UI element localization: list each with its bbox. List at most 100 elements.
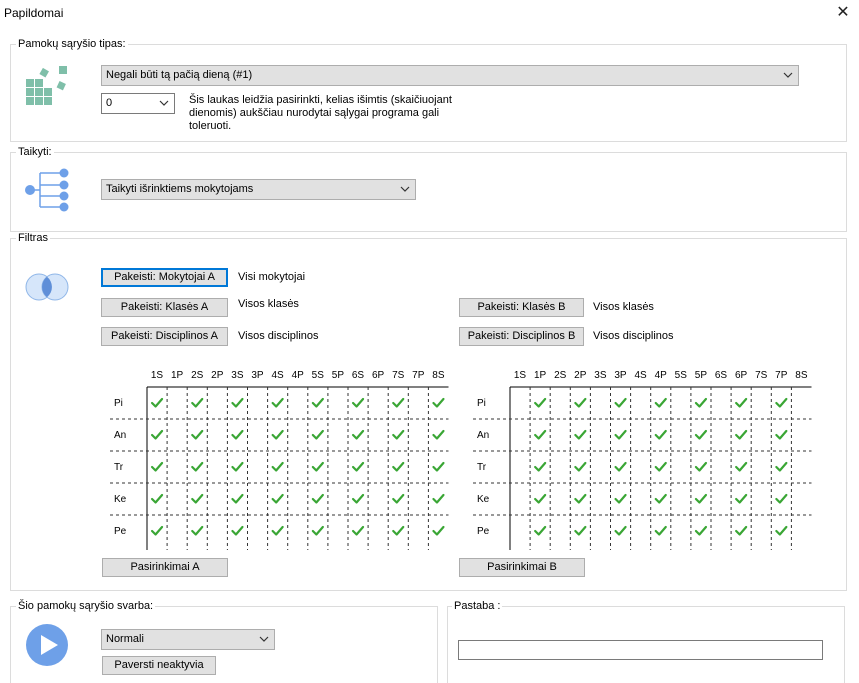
grid-a-check-icon[interactable]: [191, 525, 204, 536]
grid-a-check-icon[interactable]: [311, 493, 324, 504]
grid-a-check-icon[interactable]: [271, 525, 284, 536]
grid-b-period-header[interactable]: 3P: [611, 370, 631, 381]
grid-a-period-header[interactable]: 2S: [187, 370, 207, 381]
grid-b-check-icon[interactable]: [614, 461, 627, 472]
grid-b-period-header[interactable]: 1P: [530, 370, 550, 381]
grid-b-check-icon[interactable]: [574, 493, 587, 504]
change-teachers-a-button[interactable]: Pakeisti: Mokytojai A: [101, 268, 228, 287]
grid-b-check-icon[interactable]: [654, 525, 667, 536]
grid-a-check-icon[interactable]: [392, 493, 405, 504]
grid-a-period-header[interactable]: 4P: [288, 370, 308, 381]
grid-a-check-icon[interactable]: [231, 461, 244, 472]
grid-b-check-icon[interactable]: [735, 493, 748, 504]
grid-a-check-icon[interactable]: [191, 397, 204, 408]
grid-a-period-header[interactable]: 6S: [348, 370, 368, 381]
grid-b-period-header[interactable]: 2S: [550, 370, 570, 381]
grid-b-check-icon[interactable]: [654, 429, 667, 440]
choices-b-button[interactable]: Pasirinkimai B: [459, 558, 585, 577]
grid-b-check-icon[interactable]: [775, 493, 788, 504]
grid-b-day-header[interactable]: Ke: [477, 494, 489, 505]
grid-b-check-icon[interactable]: [694, 461, 708, 472]
grid-b-period-header[interactable]: 6P: [731, 370, 751, 381]
grid-a-period-header[interactable]: 5P: [328, 370, 348, 381]
grid-b-check-icon[interactable]: [735, 397, 748, 408]
grid-b-period-header[interactable]: 3S: [590, 370, 610, 381]
grid-b-period-header[interactable]: 4S: [631, 370, 651, 381]
grid-a-check-icon[interactable]: [311, 397, 324, 408]
grid-b-day-header[interactable]: Pe: [477, 526, 489, 537]
grid-a-check-icon[interactable]: [271, 493, 284, 504]
grid-b-period-header[interactable]: 8S: [791, 370, 811, 381]
grid-a-period-header[interactable]: 1S: [147, 370, 167, 381]
grid-b-check-icon[interactable]: [574, 397, 587, 408]
grid-b-check-icon[interactable]: [614, 525, 627, 536]
change-classes-b-button[interactable]: Pakeisti: Klasės B: [459, 298, 584, 317]
choices-a-button[interactable]: Pasirinkimai A: [102, 558, 228, 577]
grid-b-period-header[interactable]: 1S: [510, 370, 530, 381]
grid-a-period-header[interactable]: 1P: [167, 370, 187, 381]
grid-a-check-icon[interactable]: [311, 429, 324, 440]
grid-a-day-header[interactable]: Ke: [114, 494, 126, 505]
grid-a-check-icon[interactable]: [392, 461, 405, 472]
grid-a-period-header[interactable]: 8S: [428, 370, 448, 381]
grid-a-period-header[interactable]: 6P: [368, 370, 388, 381]
grid-a-day-header[interactable]: An: [114, 430, 126, 441]
grid-a-check-icon[interactable]: [231, 493, 244, 504]
grid-a-check-icon[interactable]: [311, 461, 324, 472]
grid-a-check-icon[interactable]: [432, 493, 445, 504]
grid-b-period-header[interactable]: 7P: [771, 370, 791, 381]
grid-a-check-icon[interactable]: [392, 525, 405, 536]
period-grid-b[interactable]: 1S 1P 2S 2P 3S 3P 4S 4P 5S 5P 6S 6P 7S 7P 8S Pi An Tr Ke Pe: [473, 370, 818, 550]
grid-a-check-icon[interactable]: [392, 429, 405, 440]
grid-b-check-icon[interactable]: [534, 429, 547, 440]
grid-a-check-icon[interactable]: [150, 397, 164, 408]
grid-a-check-icon[interactable]: [231, 429, 244, 440]
grid-a-period-header[interactable]: 7P: [408, 370, 428, 381]
grid-a-check-icon[interactable]: [150, 461, 164, 472]
grid-a-period-header[interactable]: 3P: [248, 370, 268, 381]
grid-a-day-header[interactable]: Pi: [114, 398, 123, 409]
grid-b-period-header[interactable]: 5P: [691, 370, 711, 381]
grid-a-day-header[interactable]: Tr: [114, 462, 123, 473]
grid-b-check-icon[interactable]: [694, 493, 708, 504]
grid-b-day-header[interactable]: Tr: [477, 462, 486, 473]
grid-a-check-icon[interactable]: [150, 493, 164, 504]
grid-b-check-icon[interactable]: [735, 429, 748, 440]
grid-b-check-icon[interactable]: [775, 525, 788, 536]
grid-b-check-icon[interactable]: [614, 397, 627, 408]
grid-b-check-icon[interactable]: [534, 461, 547, 472]
grid-a-check-icon[interactable]: [150, 525, 164, 536]
grid-b-check-icon[interactable]: [654, 397, 667, 408]
grid-a-check-icon[interactable]: [271, 461, 284, 472]
deactivate-button[interactable]: Paversti neaktyvia: [102, 656, 216, 675]
grid-a-check-icon[interactable]: [150, 429, 164, 440]
grid-a-check-icon[interactable]: [191, 429, 204, 440]
grid-a-check-icon[interactable]: [351, 397, 365, 408]
grid-a-check-icon[interactable]: [351, 525, 365, 536]
grid-b-period-header[interactable]: 7S: [751, 370, 771, 381]
grid-a-period-header[interactable]: 2P: [207, 370, 227, 381]
grid-a-check-icon[interactable]: [392, 397, 405, 408]
grid-b-check-icon[interactable]: [534, 493, 547, 504]
grid-b-check-icon[interactable]: [654, 461, 667, 472]
grid-a-period-header[interactable]: 4S: [268, 370, 288, 381]
grid-a-check-icon[interactable]: [432, 461, 445, 472]
grid-a-period-header[interactable]: 3S: [227, 370, 247, 381]
grid-b-check-icon[interactable]: [735, 525, 748, 536]
apply-select[interactable]: Taikyti išrinktiems mokytojams: [101, 179, 416, 200]
grid-b-check-icon[interactable]: [775, 429, 788, 440]
grid-b-check-icon[interactable]: [654, 493, 667, 504]
grid-a-check-icon[interactable]: [432, 429, 445, 440]
grid-a-check-icon[interactable]: [432, 525, 445, 536]
grid-a-check-icon[interactable]: [311, 525, 324, 536]
grid-a-period-header[interactable]: 5S: [308, 370, 328, 381]
grid-b-period-header[interactable]: 4P: [651, 370, 671, 381]
grid-a-check-icon[interactable]: [432, 397, 445, 408]
grid-a-check-icon[interactable]: [271, 397, 284, 408]
change-classes-a-button[interactable]: Pakeisti: Klasės A: [101, 298, 228, 317]
grid-b-check-icon[interactable]: [735, 461, 748, 472]
grid-a-check-icon[interactable]: [271, 429, 284, 440]
grid-b-check-icon[interactable]: [534, 397, 547, 408]
grid-a-check-icon[interactable]: [231, 525, 244, 536]
grid-b-day-header[interactable]: An: [477, 430, 489, 441]
